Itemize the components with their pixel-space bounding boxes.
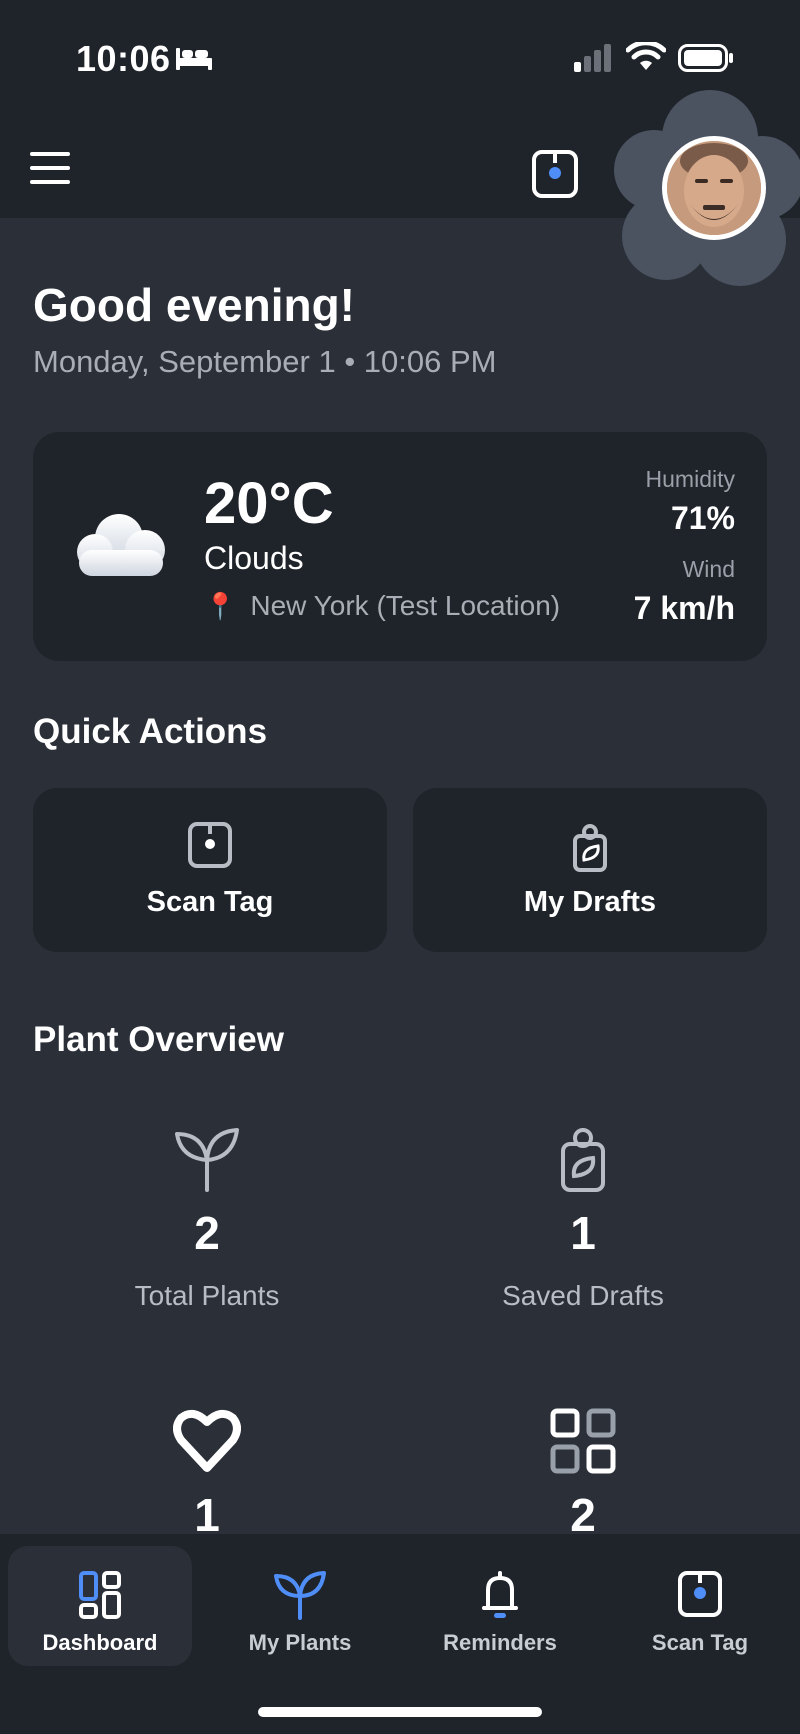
scan-tag-action-button[interactable]: Scan Tag [33, 788, 387, 952]
bell-icon [482, 1571, 518, 1618]
grid-icon [550, 1408, 616, 1474]
hamburger-menu-icon[interactable] [30, 150, 70, 186]
saved-drafts-label: Saved Drafts [502, 1280, 664, 1311]
wind-label: Wind [682, 556, 735, 582]
avatar[interactable] [662, 136, 766, 240]
tab-dashboard[interactable]: Dashboard [8, 1546, 192, 1666]
weather-card: 20°C Clouds 📍 New York (Test Location) H… [33, 432, 767, 661]
total-plants-label: Total Plants [134, 1280, 280, 1311]
dashboard-icon [79, 1571, 121, 1619]
greeting-title: Good evening! [33, 279, 355, 331]
weather-location: 📍 New York (Test Location) [204, 590, 560, 622]
wind-value: 7 km/h [633, 590, 735, 626]
temperature: 20°C [204, 471, 334, 536]
user-photo [667, 141, 761, 235]
cloud-icon [77, 514, 165, 576]
my-drafts-action-button[interactable]: My Drafts [413, 788, 767, 952]
tab-my-plants[interactable]: My Plants [208, 1546, 392, 1666]
nfc-tag-icon [678, 1571, 722, 1617]
saved-drafts-value: 1 [570, 1207, 596, 1259]
sleep-mode-icon [176, 48, 212, 70]
humidity-value: 71% [670, 500, 735, 536]
date-line: Monday, September 1 • 10:06 PM [33, 344, 497, 379]
cellular-signal-icon [574, 44, 611, 72]
humidity-label: Humidity [645, 466, 735, 492]
saved-drafts-stat[interactable]: 1 Saved Drafts [403, 1126, 763, 1312]
status-time: 10:06 [76, 38, 171, 79]
weather-condition: Clouds [204, 540, 304, 576]
scan-tag-label: Scan Tag [146, 886, 274, 918]
bottom-tab-bar: Dashboard My Plants Reminders Scan Tag [0, 1534, 800, 1734]
sprout-icon [175, 1128, 239, 1192]
favorites-stat[interactable]: 1 [27, 1408, 387, 1542]
location-text: New York (Test Location) [250, 590, 561, 621]
home-indicator [258, 1707, 542, 1717]
wifi-icon [626, 42, 666, 70]
total-plants-stat[interactable]: 2 Total Plants [27, 1126, 387, 1312]
sprout-icon [274, 1571, 326, 1620]
tab-scan-tag-label: Scan Tag [651, 1630, 749, 1655]
collections-stat[interactable]: 2 [403, 1408, 763, 1542]
nfc-tag-icon [188, 822, 232, 868]
my-drafts-label: My Drafts [523, 886, 657, 918]
tab-scan-tag[interactable]: Scan Tag [608, 1546, 792, 1666]
seed-packet-icon [573, 824, 607, 872]
tab-my-plants-label: My Plants [248, 1630, 352, 1655]
heart-icon [173, 1409, 241, 1472]
seed-packet-icon [561, 1128, 605, 1192]
tab-reminders-label: Reminders [443, 1630, 557, 1655]
total-plants-value: 2 [194, 1207, 220, 1259]
tab-dashboard-label: Dashboard [42, 1630, 158, 1655]
plant-overview-title: Plant Overview [33, 1020, 284, 1059]
quick-actions-title: Quick Actions [33, 712, 268, 751]
location-pin-icon: 📍 [204, 590, 237, 621]
battery-icon [678, 44, 733, 72]
tab-reminders[interactable]: Reminders [408, 1546, 592, 1666]
nfc-tag-icon[interactable] [531, 149, 579, 199]
